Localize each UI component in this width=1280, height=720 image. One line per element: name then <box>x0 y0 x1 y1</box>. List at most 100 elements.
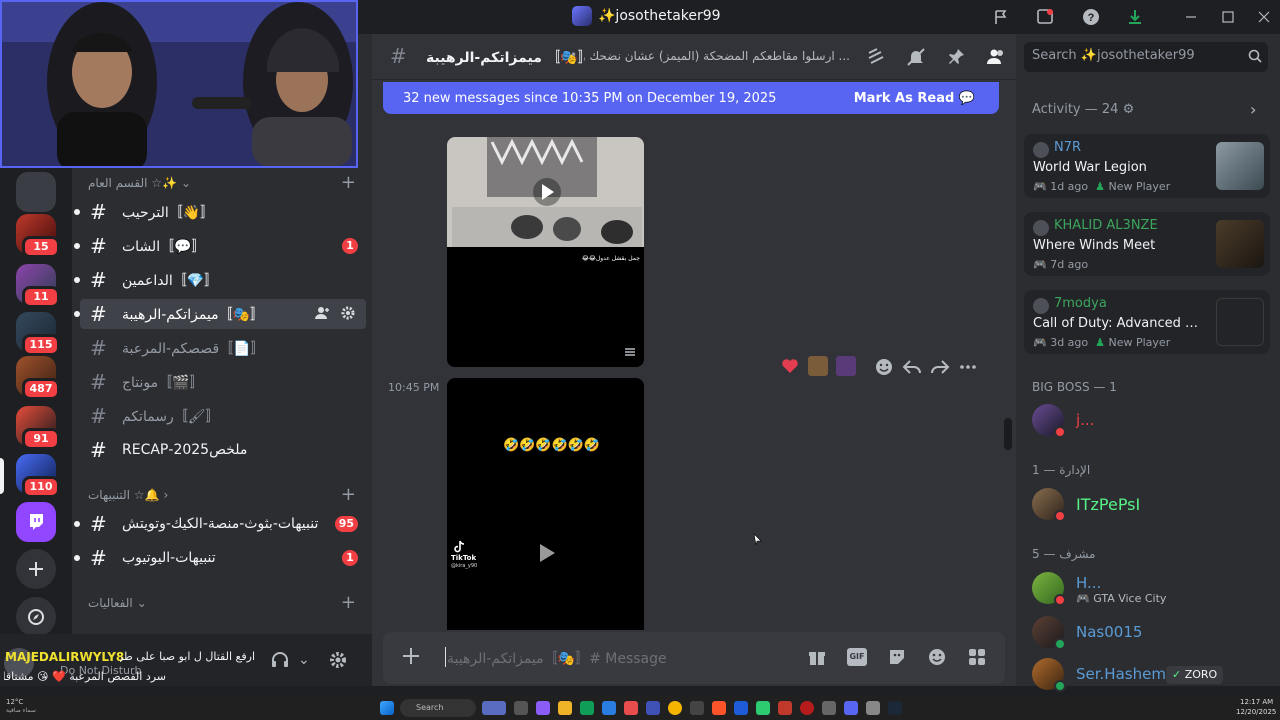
heart-reaction-icon[interactable] <box>780 356 800 376</box>
video-attachment-2[interactable]: 🤣🤣🤣🤣🤣🤣 TikTok @kira_y90 <box>447 378 644 630</box>
mention-badge: 1 <box>342 238 358 254</box>
taskbar-app-icon[interactable] <box>482 701 506 715</box>
taskbar-app-icon[interactable] <box>580 701 594 715</box>
threads-icon[interactable] <box>866 47 886 67</box>
add-channel-icon[interactable]: + <box>341 592 356 613</box>
taskbar-app-icon[interactable] <box>536 701 550 715</box>
task-view-icon[interactable] <box>514 701 528 715</box>
mute-bell-icon[interactable] <box>906 47 926 67</box>
emoji-icon[interactable] <box>927 647 947 667</box>
taskbar-search[interactable]: Search <box>400 699 476 717</box>
channel-item[interactable]: # ملخص2025-RECAP <box>80 435 366 465</box>
add-server-icon[interactable] <box>16 549 56 589</box>
category-general[interactable]: القسم العام ☆✨ ⌄ <box>88 176 191 190</box>
activity-card[interactable]: N7R World War Legion 🎮 1d ago ♟ New Play… <box>1024 134 1270 198</box>
member-item[interactable]: Ser.Hashem ✓ ZORO <box>1032 654 1262 694</box>
new-messages-bar[interactable]: 32 new messages since 10:35 PM on Decemb… <box>383 82 999 114</box>
server-icon-1[interactable] <box>16 172 56 212</box>
maximize-icon[interactable] <box>1217 6 1239 28</box>
channel-item[interactable]: # 〚💬〛الشات 1 <box>74 231 366 261</box>
channel-item[interactable]: # تنبيهات-اليوتيوب 1 <box>74 543 366 573</box>
server-icon-6[interactable]: 91 <box>16 406 60 450</box>
play-icon[interactable] <box>537 542 557 564</box>
member-item[interactable]: H... 🎮 GTA Vice City <box>1032 568 1262 608</box>
discord-taskbar-icon[interactable] <box>844 701 858 715</box>
member-item[interactable]: Nas0015 <box>1032 612 1262 652</box>
add-channel-icon[interactable]: + <box>341 484 356 505</box>
apps-icon[interactable] <box>967 647 987 667</box>
channel-name: مونتاج <box>122 375 159 391</box>
channel-item[interactable]: # 〚👋〛الترحيب <box>74 197 366 227</box>
member-item[interactable]: ITzPePsI <box>1032 484 1262 524</box>
server-icon-5[interactable]: 487 <box>16 356 60 400</box>
help-icon[interactable]: ? <box>1080 6 1102 28</box>
add-reaction-icon[interactable] <box>874 357 894 377</box>
members-icon[interactable] <box>986 47 1006 67</box>
search-input[interactable]: Search ✨josothetaker99 <box>1024 42 1268 72</box>
mark-as-read-button[interactable]: Mark As Read 💬 <box>854 91 975 106</box>
gift-icon[interactable] <box>807 647 827 667</box>
taskbar-app-icon[interactable] <box>756 701 770 715</box>
twitch-server-icon[interactable] <box>16 502 56 542</box>
channel-item-active[interactable]: # 〚🎭〛ميمزاتكم-الرهيبة <box>74 299 366 329</box>
taskbar-app-icon[interactable] <box>778 701 792 715</box>
message-composer[interactable]: Message #〚🎭〛ميمزاتكم-الرهيبة GIF <box>383 632 1005 684</box>
gear-icon[interactable] <box>340 305 356 321</box>
taskbar-app-icon[interactable] <box>602 701 616 715</box>
channel-item[interactable]: # 〚💎〛الداعمين <box>74 265 366 295</box>
category-alerts[interactable]: التنبيهات ☆🔔 › <box>88 488 168 502</box>
sticker-icon[interactable] <box>887 647 907 667</box>
expand-icon[interactable] <box>624 347 636 357</box>
reply-icon[interactable] <box>902 357 922 377</box>
windows-start-icon[interactable] <box>380 701 394 715</box>
custom-emoji-reaction[interactable] <box>836 356 856 376</box>
channel-item[interactable]: # 〚🖌〛رسماتكم <box>80 401 366 431</box>
download-icon[interactable] <box>1124 6 1146 28</box>
taskbar-app-icon[interactable] <box>690 701 704 715</box>
activity-card[interactable]: 7modya Call of Duty: Advanced Wa... 🎮 3d… <box>1024 290 1270 354</box>
scrollbar-thumb[interactable] <box>1004 418 1012 450</box>
taskbar-app-icon[interactable] <box>800 701 814 715</box>
channel-item[interactable]: # 〚🎬〛مونتاج <box>80 367 366 397</box>
invite-icon[interactable] <box>314 305 330 321</box>
gif-button[interactable]: GIF <box>847 648 867 666</box>
server-icon-4[interactable]: 115 <box>16 312 60 356</box>
inbox-icon[interactable] <box>1034 6 1056 28</box>
steam-icon[interactable] <box>888 701 902 715</box>
brave-icon[interactable] <box>712 701 726 715</box>
upload-plus-icon[interactable] <box>401 646 421 666</box>
activity-header[interactable]: Activity — 24 ⚙ <box>1032 102 1134 117</box>
hash-icon: # <box>90 370 107 394</box>
channel-topic[interactable]: ... ارسلوا مقاطعكم المضحكة (الميمز) عشان… <box>584 49 850 63</box>
close-icon[interactable] <box>1253 6 1275 28</box>
video-attachment-1[interactable]: جمل بقشل عدول😂😂 <box>447 137 644 367</box>
chevron-right-icon[interactable]: › <box>1250 100 1256 119</box>
pin-icon[interactable] <box>946 47 966 67</box>
server-icon-3[interactable]: 11 <box>16 264 60 308</box>
category-events[interactable]: الفعاليات ⌄ <box>88 596 147 610</box>
taskbar-app-icon[interactable] <box>624 701 638 715</box>
activity-card[interactable]: KHALID AL3NZE Where Winds Meet 🎮 7d ago <box>1024 212 1270 276</box>
file-explorer-icon[interactable] <box>558 701 572 715</box>
taskbar-app-icon[interactable] <box>866 701 880 715</box>
minimize-icon[interactable] <box>1180 6 1202 28</box>
server-icon-2[interactable]: 15 <box>16 214 60 258</box>
more-options-icon[interactable] <box>958 357 978 377</box>
chrome-icon[interactable] <box>668 701 682 715</box>
forward-icon[interactable] <box>930 357 950 377</box>
server-icon-7[interactable]: 110 <box>16 454 60 498</box>
channel-item[interactable]: # تنبيهات-بثوث-منصة-الكيك-وتويتش 95 <box>74 509 366 539</box>
flag-icon[interactable] <box>990 6 1012 28</box>
chevron-down-icon[interactable]: ⌄ <box>298 652 310 668</box>
taskbar-app-icon[interactable] <box>822 701 836 715</box>
taskbar-app-icon[interactable] <box>646 701 660 715</box>
channel-item[interactable]: # 〚📄〛قصصكم-المرعبة <box>80 333 366 363</box>
add-channel-icon[interactable]: + <box>341 172 356 193</box>
discover-icon[interactable] <box>16 597 56 637</box>
settings-gear-icon[interactable] <box>328 650 348 670</box>
member-item[interactable]: j... <box>1032 400 1262 440</box>
custom-emoji-reaction[interactable] <box>808 356 828 376</box>
headphones-icon[interactable] <box>270 650 290 670</box>
message-input[interactable]: Message #〚🎭〛ميمزاتكم-الرهيبة <box>447 648 667 668</box>
taskbar-app-icon[interactable] <box>734 701 748 715</box>
